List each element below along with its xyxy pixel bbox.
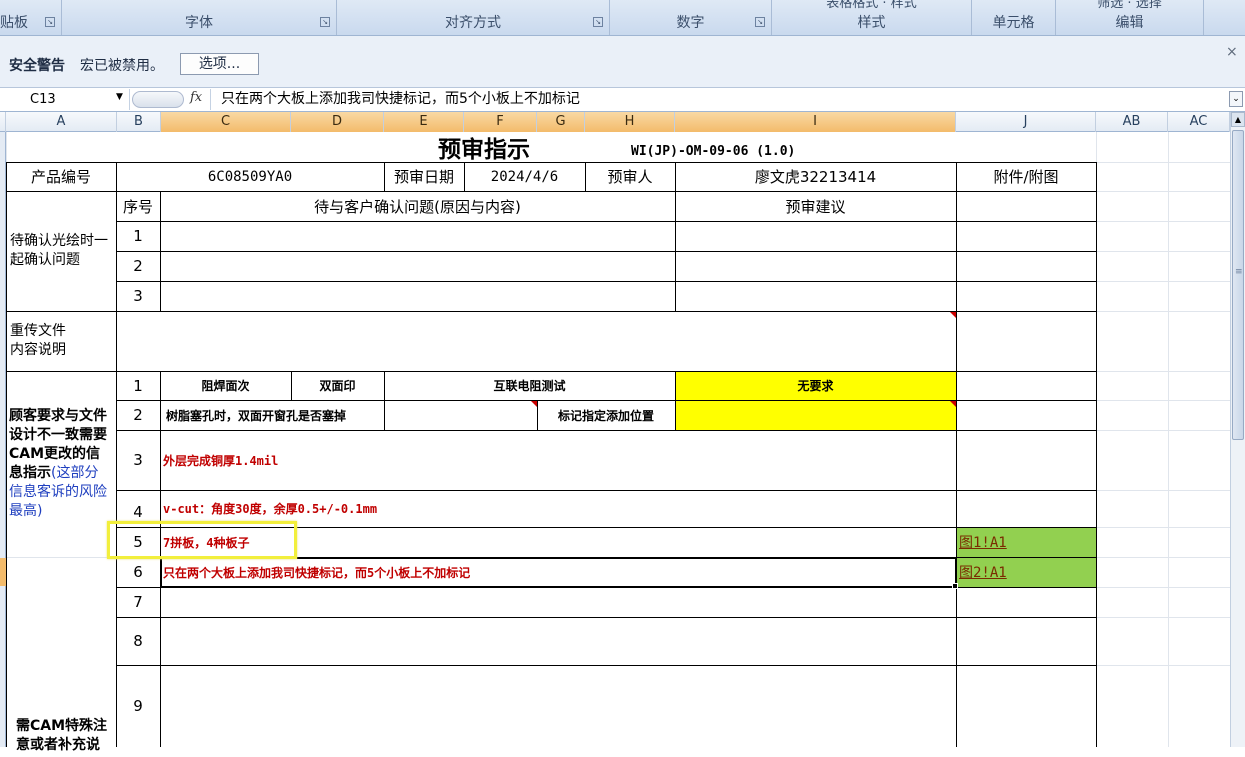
seq-cell: 1 (133, 227, 143, 245)
cam-section-label: 需CAM特殊注意或者补充说 (16, 718, 108, 753)
seq-cell: 7 (133, 593, 143, 611)
dialog-launcher-icon[interactable]: ↘ (320, 17, 330, 27)
formula-bar-splitter[interactable] (132, 91, 184, 108)
ribbon-group-font[interactable]: 字体 ↘ (62, 0, 337, 35)
column-header-d[interactable]: D (291, 112, 384, 132)
seq-cell: 2 (133, 406, 143, 424)
reviewer-label: 预审人 (607, 168, 653, 186)
column-header-ab[interactable]: AB (1096, 112, 1168, 132)
ribbon-group-alignment[interactable]: 对齐方式 ↘ (337, 0, 610, 35)
options-button[interactable]: 选项... (180, 53, 259, 75)
reviewer-value[interactable]: 廖文虎32213414 (675, 162, 956, 191)
ribbon-group-label: 对齐方式 (445, 15, 501, 31)
column-header-g[interactable]: G (537, 112, 585, 132)
name-box[interactable]: C13 (0, 89, 130, 110)
chevron-down-icon[interactable]: ▼ (116, 92, 123, 102)
scrollbar-thumb[interactable] (1232, 130, 1244, 440)
ribbon-group-number[interactable]: 数字 ↘ (610, 0, 772, 35)
comment-indicator-icon[interactable] (950, 401, 956, 407)
ribbon-top-fragment: 筛选 · 选择 (1097, 0, 1162, 11)
seq-cell: 6 (133, 563, 143, 581)
ribbon-group-label: 样式 (857, 15, 886, 31)
fill-handle[interactable] (952, 583, 958, 589)
doc-code: WI(JP)-OM-09-06 (1.0) (631, 143, 796, 159)
double-sided-print[interactable]: 双面印 (291, 371, 384, 400)
worksheet-grid[interactable]: 预审指示 WI(JP)-OM-09-06 (1.0) 产品编号 6C08509Y… (6, 132, 1230, 753)
dialog-launcher-icon[interactable]: ↘ (45, 17, 55, 27)
ribbon-group-styles[interactable]: 表格格式 · 样式 样式 (772, 0, 972, 35)
ribbon-group-label: 单元格 (992, 15, 1035, 31)
suggest-header: 预审建议 (785, 197, 846, 216)
ribbon: 贴板 ↘ 字体 ↘ 对齐方式 ↘ 数字 ↘ 表格格式 · 样式 样式 单元格 筛… (0, 0, 1245, 36)
highlight-annotation-box (107, 521, 297, 559)
ribbon-top-fragment: 表格格式 · 样式 (826, 0, 917, 11)
reupload-label: 重传文件内容说明 (10, 323, 66, 358)
copper-thickness-note[interactable]: 外层完成铜厚1.4mil (160, 430, 956, 490)
review-date-value[interactable]: 2024/4/6 (464, 162, 585, 191)
seq-header: 序号 (122, 197, 153, 216)
confirm-section-label: 待确认光绘时一起确认问题 (10, 233, 108, 268)
question-header: 待与客户确认问题(原因与内容) (314, 197, 521, 216)
column-header-ac[interactable]: AC (1168, 112, 1230, 132)
security-warning-title: 安全警告 (9, 58, 65, 74)
review-date-label: 预审日期 (393, 168, 454, 186)
ribbon-group-label: 数字 (676, 15, 705, 31)
ribbon-group-label: 字体 (185, 15, 213, 31)
seq-cell: 1 (133, 376, 143, 395)
insert-function-icon[interactable]: fx (190, 90, 202, 105)
dialog-launcher-icon[interactable]: ↘ (593, 17, 603, 27)
interconnect-resistance-test[interactable]: 互联电阻测试 (384, 371, 675, 400)
seq-cell: 3 (133, 451, 143, 469)
column-header-a[interactable]: A (6, 112, 117, 132)
attachment-link-1[interactable]: 图1!A1 (956, 527, 1096, 557)
security-warning-message: 宏已被禁用。 (80, 58, 164, 74)
marking-position-label[interactable]: 标记指定添加位置 (537, 400, 675, 430)
seq-cell: 9 (133, 697, 143, 715)
dialog-launcher-icon[interactable]: ↘ (755, 17, 765, 27)
product-no-label: 产品编号 (30, 168, 91, 186)
column-header-b[interactable]: B (117, 112, 161, 132)
hyperlink[interactable]: 图1!A1 (959, 532, 1007, 552)
seq-cell: 8 (133, 632, 143, 650)
formula-bar: C13 ▼ fx 只在两个大板上添加我司快捷标记，而5个小板上不加标记 ⌄ (0, 88, 1245, 112)
grip-icon: ≡ (1235, 267, 1243, 277)
ribbon-group-editing[interactable]: 筛选 · 选择 编辑 (1056, 0, 1204, 35)
column-header-h[interactable]: H (585, 112, 675, 132)
column-header-c[interactable]: C (161, 112, 291, 132)
active-cell-outline (160, 557, 957, 588)
no-requirement-cell[interactable]: 无要求 (675, 371, 956, 400)
comment-indicator-icon[interactable] (950, 312, 956, 318)
ribbon-group-cells[interactable]: 单元格 (972, 0, 1056, 35)
scroll-up-icon[interactable]: ▲ (1231, 112, 1245, 127)
column-header-e[interactable]: E (384, 112, 464, 132)
ribbon-group-label: 编辑 (1115, 15, 1144, 31)
customer-section-label: 顾客要求与文件设计不一致需要CAM更改的信息指示(这部分信息客诉的风险最高) (6, 371, 116, 557)
formula-input[interactable]: 只在两个大板上添加我司快捷标记，而5个小板上不加标记 (210, 89, 1228, 110)
seq-cell: 3 (133, 287, 143, 305)
attachment-label: 附件/附图 (993, 168, 1059, 186)
hyperlink[interactable]: 图2!A1 (959, 562, 1007, 582)
resin-plug-question[interactable]: 树脂塞孔时，双面开窗孔是否塞掉 (160, 400, 384, 430)
column-header-i[interactable]: I (675, 112, 956, 132)
sheet-title: 预审指示 (438, 137, 530, 162)
product-no-value[interactable]: 6C08509YA0 (116, 162, 384, 191)
ribbon-group-clipboard[interactable]: 贴板 ↘ (0, 0, 62, 35)
seq-cell: 2 (133, 257, 143, 275)
solder-mask-label[interactable]: 阻焊面次 (160, 371, 291, 400)
column-header-j[interactable]: J (956, 112, 1096, 132)
column-headers: A B C D E F G H I J AB AC (0, 112, 1245, 132)
attachment-link-2[interactable]: 图2!A1 (956, 557, 1096, 587)
column-header-f[interactable]: F (464, 112, 537, 132)
expand-formula-bar-icon[interactable]: ⌄ (1229, 91, 1243, 107)
close-icon[interactable]: × (1226, 44, 1238, 60)
